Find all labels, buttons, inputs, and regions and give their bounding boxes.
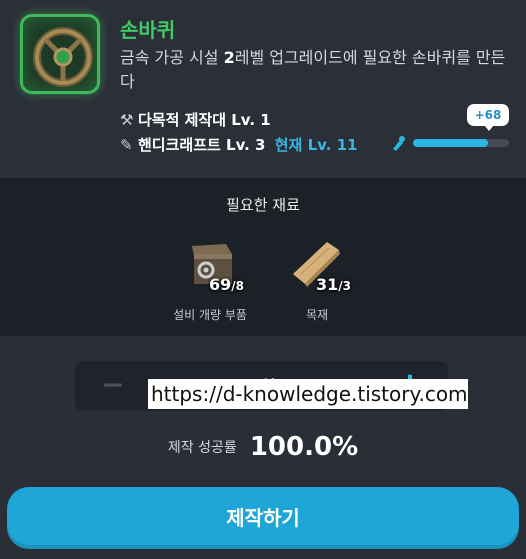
craft-button[interactable]: 제작하기: [7, 487, 519, 549]
craft-header: 손바퀴 금속 가공 시설 2레벨 업그레이드에 필요한 손바퀴를 만든다 ⚒ 다목…: [0, 0, 526, 178]
xp-gain-badge: +68: [467, 104, 509, 131]
material-label: 목재: [305, 308, 329, 322]
workbench-icon: ⚒: [120, 111, 134, 129]
handcraft-skill-icon: [393, 136, 405, 151]
item-description: 금속 가공 시설 2레벨 업그레이드에 필요한 손바퀴를 만든다: [120, 48, 506, 91]
success-rate-label: 제작 성공률: [167, 440, 237, 456]
xp-progress-fill: [413, 139, 488, 147]
material-count: 31/3: [316, 275, 351, 294]
materials-title: 필요한 재료: [226, 196, 300, 214]
requirement-handcraft: ✎ 핸디크래프트 Lv. 3 현재 Lv. 11: [120, 136, 358, 154]
watermark-url: https://d-knowledge.tistory.com: [148, 379, 468, 409]
material-count: 69/8: [209, 275, 244, 294]
success-rate: 제작 성공률 100.0%: [0, 432, 526, 462]
xp-progress-bar: [413, 139, 509, 147]
requirement-workbench: ⚒ 다목적 제작대 Lv. 1: [120, 111, 271, 129]
material-equipment-parts[interactable]: 69/8 설비 개량 부품: [155, 234, 265, 323]
material-label: 설비 개량 부품: [173, 308, 247, 322]
success-rate-value: 100.0%: [249, 432, 359, 462]
material-wood[interactable]: 31/3 목재: [262, 234, 372, 323]
current-level: 현재 Lv. 11: [274, 136, 358, 154]
handwheel-item-icon: [20, 14, 100, 94]
materials-section: 필요한 재료 69/8 설비 개량 부품 31/3 목재: [0, 178, 526, 336]
handcraft-icon: ✎: [120, 136, 133, 154]
item-title: 손바퀴: [120, 18, 176, 42]
